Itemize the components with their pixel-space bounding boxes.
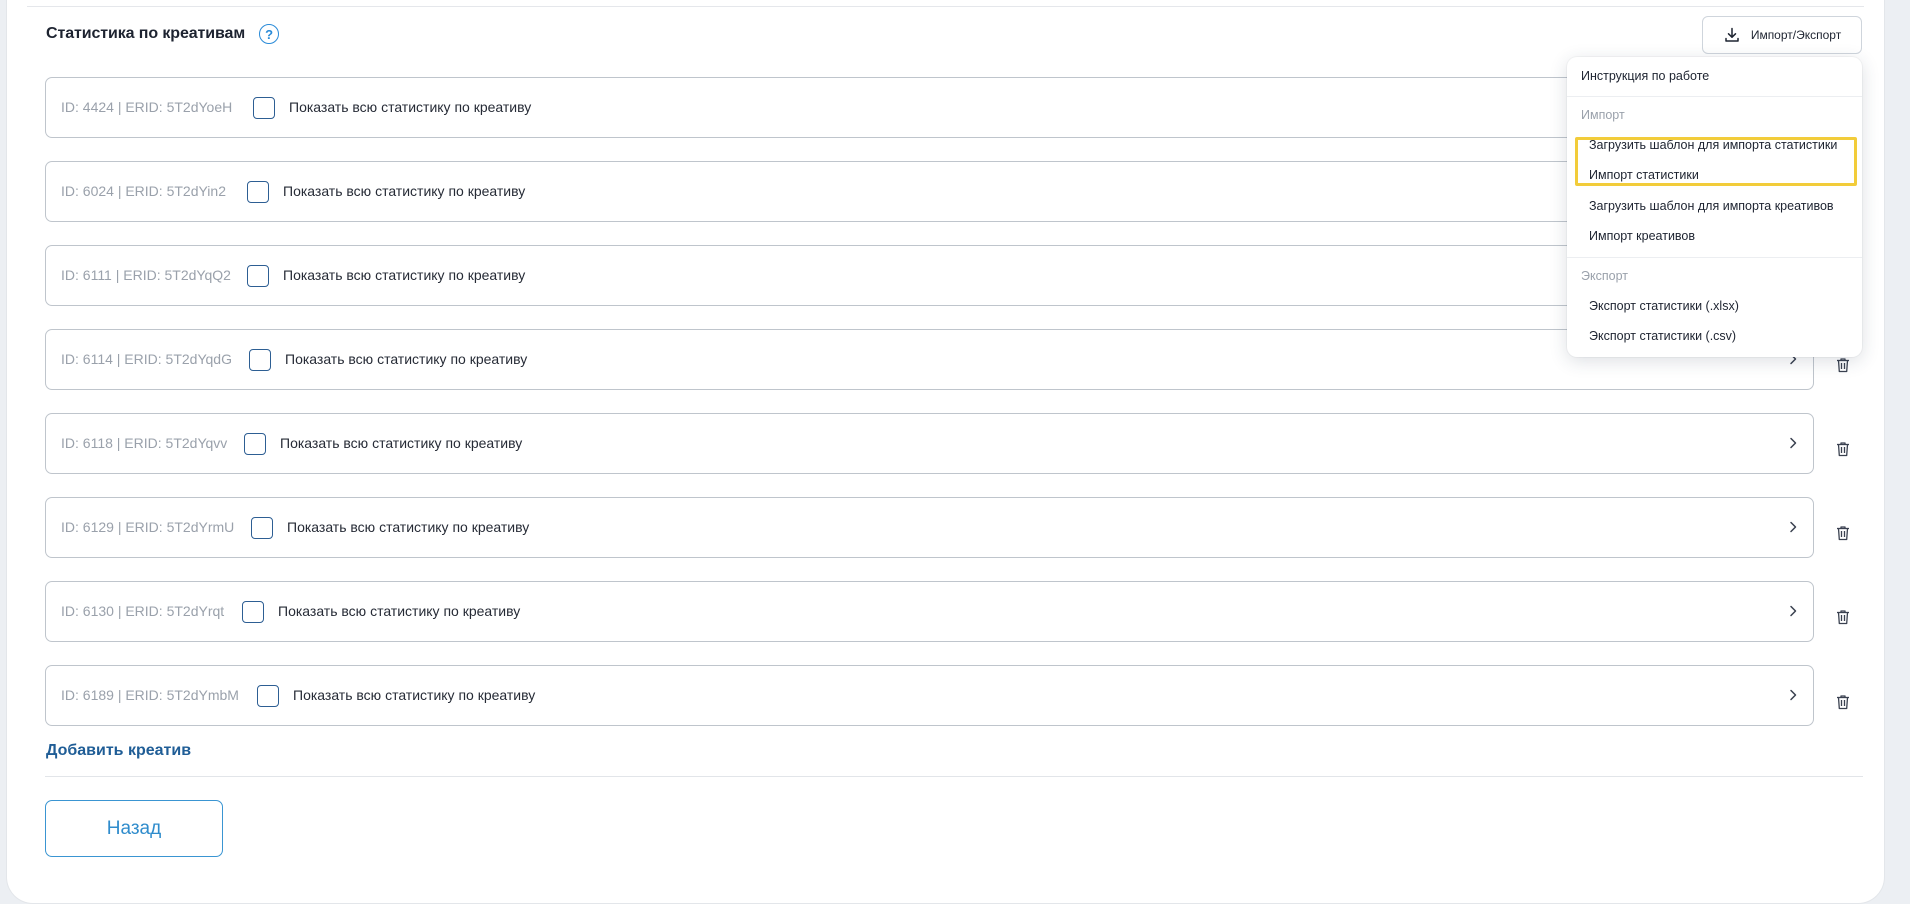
show-all-stats-label: Показать всю статистику по креативу (283, 267, 526, 283)
trash-icon[interactable] (1833, 439, 1853, 459)
trash-icon[interactable] (1833, 692, 1853, 712)
show-all-stats-label: Показать всю статистику по креативу (285, 351, 528, 367)
creative-id: ID: 4424 | ERID: 5T2dYoeH (61, 99, 233, 115)
show-all-stats-label: Показать всю статистику по креативу (289, 99, 532, 115)
creative-row[interactable]: ID: 6118 | ERID: 5T2dYqvv Показать всю с… (45, 413, 1814, 474)
back-button[interactable]: Назад (45, 800, 223, 857)
import-export-label: Импорт/Экспорт (1750, 28, 1842, 42)
creatives-stats-card: Статистика по креативам ? Импорт/Экспорт… (7, 0, 1884, 903)
menu-item-export-xlsx[interactable]: Экспорт статистики (.xlsx) (1589, 299, 1739, 313)
menu-separator (1567, 257, 1862, 258)
menu-item-instruction[interactable]: Инструкция по работе (1581, 69, 1709, 83)
show-all-stats-checkbox[interactable] (247, 181, 269, 203)
menu-section-export: Экспорт (1581, 269, 1628, 283)
card-top-divider (27, 6, 1864, 7)
trash-icon[interactable] (1833, 355, 1853, 375)
menu-item-download-creatives-template[interactable]: Загрузить шаблон для импорта креативов (1589, 199, 1834, 213)
menu-item-export-csv[interactable]: Экспорт статистики (.csv) (1589, 329, 1736, 343)
highlight-frame (1575, 137, 1857, 186)
creative-row[interactable]: ID: 6024 | ERID: 5T2dYin2 Показать всю с… (45, 161, 1814, 222)
section-header: Статистика по креативам ? (46, 24, 280, 44)
creative-row[interactable]: ID: 4424 | ERID: 5T2dYoeH Показать всю с… (45, 77, 1814, 138)
menu-item-import-creatives[interactable]: Импорт креативов (1589, 229, 1695, 243)
import-export-dropdown: Инструкция по работе Импорт Загрузить ша… (1567, 57, 1862, 357)
show-all-stats-checkbox[interactable] (257, 685, 279, 707)
help-icon[interactable]: ? (259, 24, 280, 44)
menu-section-import: Импорт (1581, 108, 1625, 122)
add-creative-link[interactable]: Добавить креатив (46, 742, 191, 760)
show-all-stats-label: Показать всю статистику по креативу (278, 603, 521, 619)
import-export-button[interactable]: Импорт/Экспорт (1702, 16, 1862, 54)
trash-icon[interactable] (1833, 607, 1853, 627)
creative-id: ID: 6189 | ERID: 5T2dYmbM (61, 687, 239, 703)
show-all-stats-checkbox[interactable] (253, 97, 275, 119)
show-all-stats-checkbox[interactable] (249, 349, 271, 371)
show-all-stats-label: Показать всю статистику по креативу (287, 519, 530, 535)
creative-id: ID: 6024 | ERID: 5T2dYin2 (61, 183, 226, 199)
creative-row[interactable]: ID: 6111 | ERID: 5T2dYqQ2 Показать всю с… (45, 245, 1814, 306)
show-all-stats-checkbox[interactable] (242, 601, 264, 623)
chevron-right-icon[interactable] (1787, 685, 1799, 705)
creative-id: ID: 6114 | ERID: 5T2dYqdG (61, 351, 232, 367)
trash-icon[interactable] (1833, 523, 1853, 543)
creative-row[interactable]: ID: 6114 | ERID: 5T2dYqdG Показать всю с… (45, 329, 1814, 390)
show-all-stats-label: Показать всю статистику по креативу (283, 183, 526, 199)
creative-row[interactable]: ID: 6189 | ERID: 5T2dYmbM Показать всю с… (45, 665, 1814, 726)
creative-id: ID: 6118 | ERID: 5T2dYqvv (61, 435, 228, 451)
show-all-stats-label: Показать всю статистику по креативу (293, 687, 536, 703)
chevron-right-icon[interactable] (1787, 433, 1799, 453)
creative-id: ID: 6111 | ERID: 5T2dYqQ2 (61, 267, 231, 283)
footer-divider (45, 776, 1863, 777)
menu-separator (1567, 96, 1862, 97)
creative-id: ID: 6130 | ERID: 5T2dYrqt (61, 603, 225, 619)
show-all-stats-checkbox[interactable] (251, 517, 273, 539)
show-all-stats-checkbox[interactable] (244, 433, 266, 455)
show-all-stats-checkbox[interactable] (247, 265, 269, 287)
download-icon (1723, 26, 1741, 44)
section-title: Статистика по креативам (46, 25, 246, 42)
creative-id: ID: 6129 | ERID: 5T2dYrmU (61, 519, 235, 535)
show-all-stats-label: Показать всю статистику по креативу (280, 435, 523, 451)
creative-row[interactable]: ID: 6129 | ERID: 5T2dYrmU Показать всю с… (45, 497, 1814, 558)
chevron-right-icon[interactable] (1787, 601, 1799, 621)
creative-row[interactable]: ID: 6130 | ERID: 5T2dYrqt Показать всю с… (45, 581, 1814, 642)
chevron-right-icon[interactable] (1787, 517, 1799, 537)
